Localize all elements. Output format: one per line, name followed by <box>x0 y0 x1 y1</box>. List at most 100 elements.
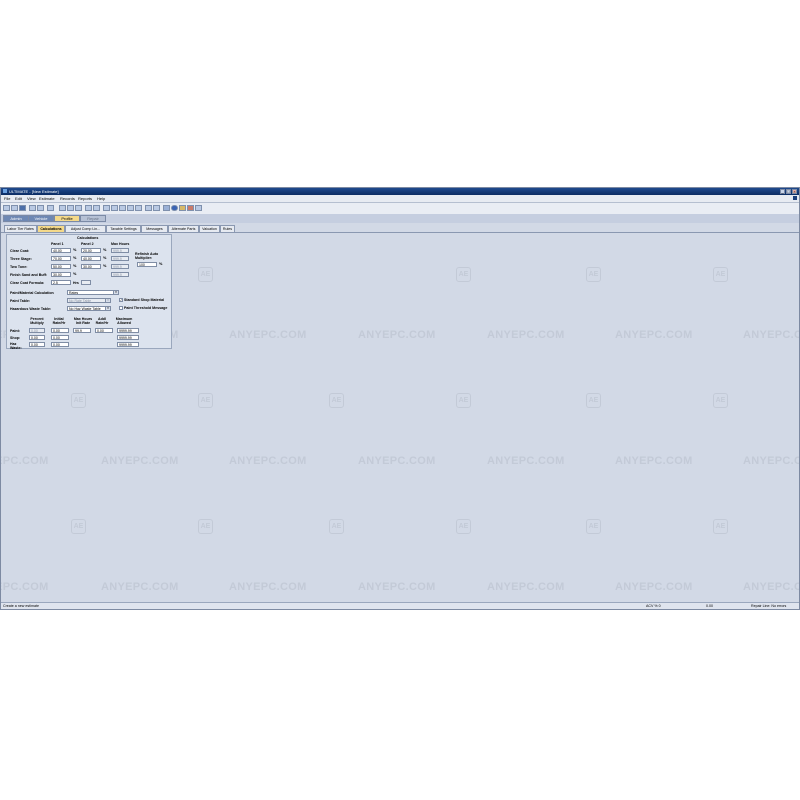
print-icon[interactable] <box>29 205 36 211</box>
tab-repair[interactable]: Repair <box>80 215 106 222</box>
chevron-down-icon: ▾ <box>105 299 110 302</box>
watermark-text: ANYEPC.COM <box>229 455 307 467</box>
shop-percent-field[interactable]: 0.00 <box>29 335 45 340</box>
three-stage-max-field[interactable]: 999.9 <box>111 256 129 261</box>
subtab-taxable-settings[interactable]: Taxable Settings <box>106 225 141 232</box>
row-label-two-tone: Two Tone: <box>10 265 28 269</box>
cut-icon[interactable] <box>59 205 66 211</box>
col-header-max-hours: Max Hours <box>111 242 130 246</box>
subtab-messages[interactable]: Messages <box>141 225 168 232</box>
col-header-paint2: Panel 2 <box>81 242 94 246</box>
help-icon[interactable] <box>171 205 178 211</box>
spell-check-icon[interactable] <box>195 205 202 211</box>
haz-initial-rate-field[interactable]: 0.00 <box>51 342 69 347</box>
menu-file[interactable]: File <box>4 196 10 201</box>
clear-coat-max-field[interactable]: 999.9 <box>111 248 129 253</box>
menu-edit[interactable]: Edit <box>15 196 22 201</box>
status-bar: Create a new estimate ACV % 0 0.00 Repai… <box>1 602 799 609</box>
subtab-rules[interactable]: Rules <box>220 225 235 232</box>
subtab-valuation[interactable]: Valuation <box>199 225 220 232</box>
watermark-text: ANYEPC.COM <box>229 329 307 341</box>
list-icon[interactable] <box>111 205 118 211</box>
watermark-text: ANYEPC.COM <box>487 455 565 467</box>
two-tone-max-field[interactable]: 999.9 <box>111 264 129 269</box>
subtab-alternate-parts[interactable]: Alternate Parts <box>168 225 199 232</box>
close-icon[interactable] <box>187 205 194 211</box>
subtab-calculations[interactable]: Calculations <box>37 225 65 232</box>
menu-reports[interactable]: Reports <box>78 196 92 201</box>
open-icon[interactable] <box>11 205 18 211</box>
tab-admin[interactable]: Admin <box>3 215 29 222</box>
new-icon[interactable] <box>3 205 10 211</box>
subtab-labor-tier-rates[interactable]: Labor Tier Rates <box>4 225 37 232</box>
print-preview-icon[interactable] <box>37 205 44 211</box>
paint-initial-rate-field[interactable]: 0.00 <box>51 328 69 333</box>
paint-maximum-field[interactable]: 9999.99 <box>117 328 139 333</box>
chevron-down-icon: ▾ <box>113 291 118 294</box>
window-title: ULTIMATE - [New Estimate] <box>9 189 59 194</box>
grid-icon[interactable] <box>119 205 126 211</box>
chevron-down-icon: ▾ <box>105 307 110 310</box>
calculator-icon[interactable] <box>127 205 134 211</box>
three-stage-paint1-field[interactable]: 70.00 <box>51 256 71 261</box>
paint-threshold-checkbox[interactable] <box>119 306 123 310</box>
haz-maximum-field[interactable]: 9999.99 <box>117 342 139 347</box>
watermark-text: ANYEPC.COM <box>743 581 799 593</box>
paint-table-value: No Rate Table <box>69 299 92 303</box>
menu-records[interactable]: Records <box>60 196 75 201</box>
three-stage-paint2-field[interactable]: 40.00 <box>81 256 101 261</box>
clear-coat-paint2-field[interactable]: 20.00 <box>81 248 101 253</box>
finish-sand-max-field[interactable]: 999.9 <box>111 272 129 277</box>
watermark-text: ANYEPC.COM <box>358 329 436 341</box>
settings-icon[interactable] <box>153 205 160 211</box>
tab-profile[interactable]: Profile <box>54 215 80 222</box>
tools-icon[interactable] <box>179 205 186 211</box>
paste-icon[interactable] <box>75 205 82 211</box>
close-window-button[interactable]: × <box>792 189 797 194</box>
two-tone-paint1-field[interactable]: 50.00 <box>51 264 71 269</box>
paint-table-label: Paint Table: <box>10 299 31 303</box>
watermark-text: ANYEPC.COM <box>101 581 179 593</box>
clear-coat-paint1-field[interactable]: 40.00 <box>51 248 71 253</box>
subtab-adjust-comp[interactable]: Adjust Comp Lin... <box>65 225 106 232</box>
watermark-text: ANYEPC.COM <box>487 329 565 341</box>
find-icon[interactable] <box>103 205 110 211</box>
copy-icon[interactable] <box>67 205 74 211</box>
paint-max-hours-field[interactable]: 99.9 <box>73 328 91 333</box>
document-icon[interactable] <box>163 205 170 211</box>
clear-coat-formula-field[interactable]: 2.5 <box>51 280 71 285</box>
minimize-button[interactable]: _ <box>780 189 785 194</box>
shop-maximum-field[interactable]: 9999.99 <box>117 335 139 340</box>
refinish-multiplier-field[interactable]: 100 <box>137 262 157 267</box>
image-icon[interactable] <box>135 205 142 211</box>
undo-icon[interactable] <box>85 205 92 211</box>
redo-icon[interactable] <box>93 205 100 211</box>
module-tabs: Admin Vehicle Profile Repair <box>1 214 799 223</box>
watermark-text: ANYEPC.COM <box>229 581 307 593</box>
tab-vehicle[interactable]: Vehicle <box>28 215 54 222</box>
pct-unit: % <box>73 248 77 252</box>
save-icon[interactable] <box>19 205 26 211</box>
menu-estimate[interactable]: Estimate <box>39 196 55 201</box>
pct-unit: % <box>73 272 77 276</box>
menu-help[interactable]: Help <box>97 196 105 201</box>
haz-waste-table-dropdown[interactable]: No Haz Waste Table ▾ <box>67 306 111 311</box>
standard-shop-material-checkbox[interactable]: ✓ <box>119 298 123 302</box>
email-icon[interactable] <box>47 205 54 211</box>
two-tone-paint2-field[interactable]: 30.00 <box>81 264 101 269</box>
paint-material-dropdown[interactable]: Rates ▾ <box>67 290 119 295</box>
paint-table-dropdown[interactable]: No Rate Table ▾ <box>67 298 111 303</box>
maximize-button[interactable]: □ <box>786 189 791 194</box>
shop-initial-rate-field[interactable]: 0.00 <box>51 335 69 340</box>
menu-view[interactable]: View <box>27 196 36 201</box>
paint-addl-rate-field[interactable]: 0.00 <box>95 328 113 333</box>
haz-percent-field[interactable]: 0.00 <box>29 342 45 347</box>
paint-percent-field[interactable]: 0.00 <box>29 328 45 333</box>
haz-waste-table-value: No Haz Waste Table <box>69 307 101 311</box>
finish-sand-paint1-field[interactable]: 30.00 <box>51 272 71 277</box>
pct-unit: % <box>103 256 107 260</box>
mail-icon[interactable] <box>145 205 152 211</box>
pct-unit: % <box>103 264 107 268</box>
watermark-logo: AE <box>329 519 344 534</box>
watermark-logo: AE <box>586 519 601 534</box>
